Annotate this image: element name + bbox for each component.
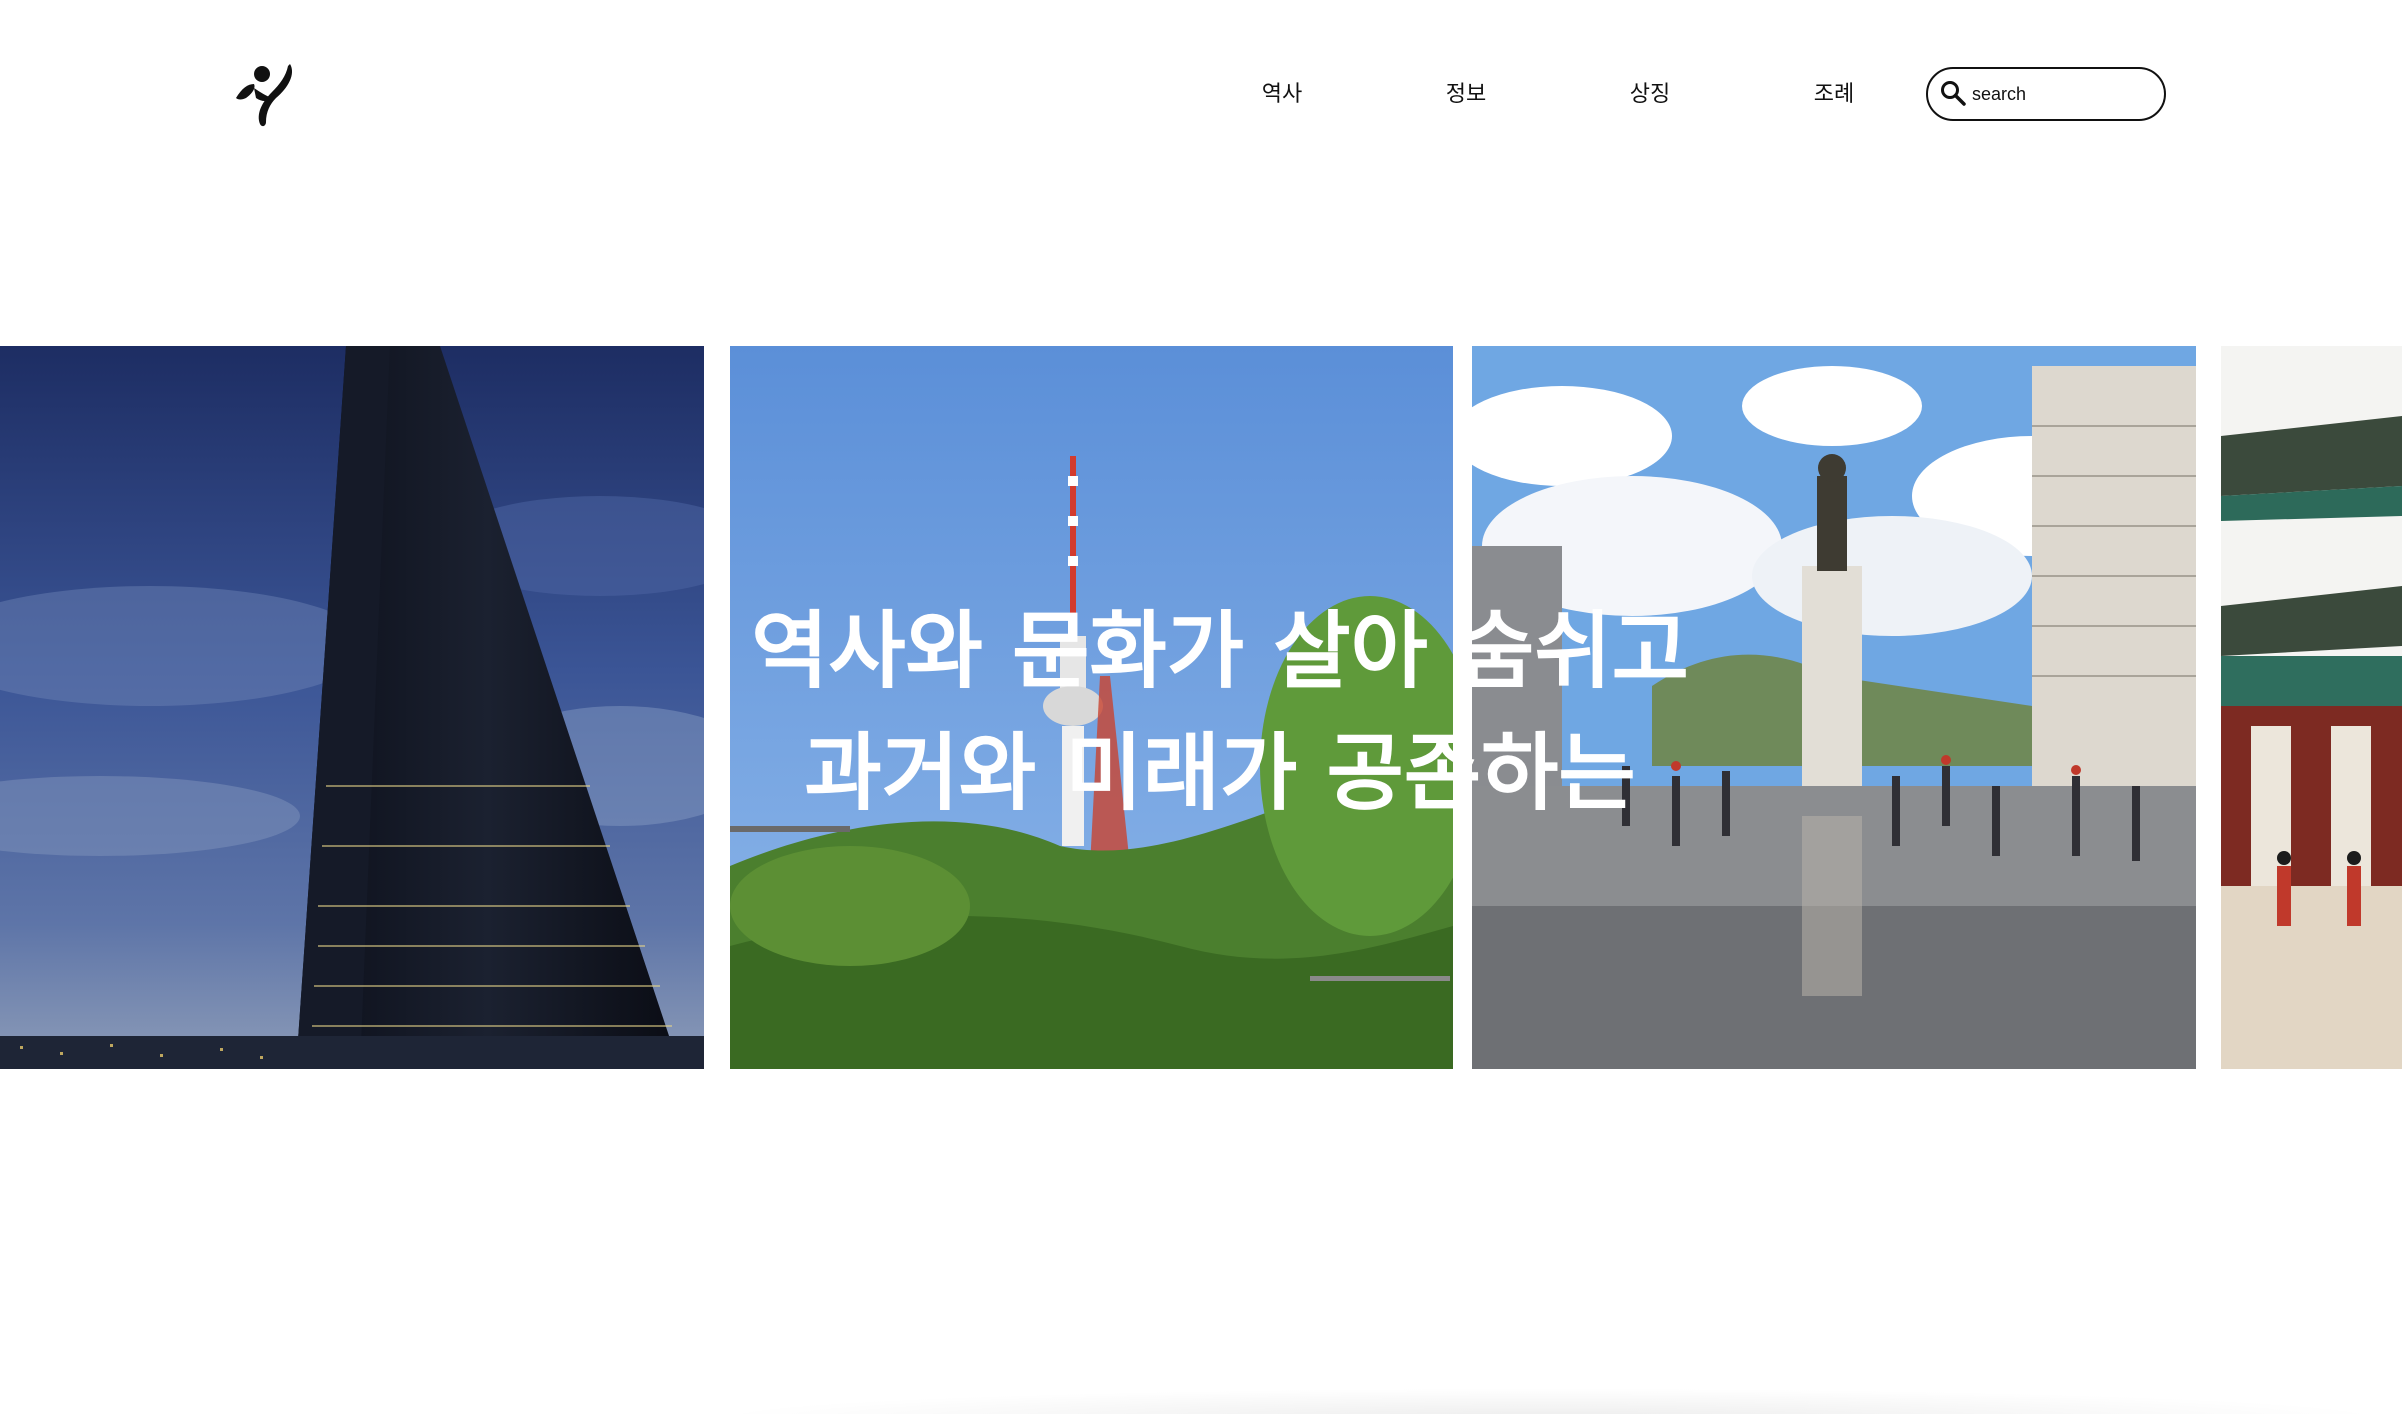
seoul-brush-logo-icon[interactable] bbox=[232, 58, 300, 128]
search-icon[interactable] bbox=[1938, 79, 1968, 109]
palace-gate-photo[interactable] bbox=[2221, 346, 2402, 1069]
namsan-tower-photo[interactable] bbox=[730, 346, 1453, 1069]
nav-item-ordinance[interactable]: 조례 bbox=[1774, 78, 1894, 112]
skyscraper-photo[interactable] bbox=[0, 346, 704, 1069]
search-box[interactable] bbox=[1926, 67, 2166, 121]
nav-item-info[interactable]: 정보 bbox=[1406, 78, 1526, 112]
page: 역사 정보 상징 조례 search 역사와 문화가 살아 숨쉬고 과거와 미래… bbox=[0, 0, 2402, 1414]
gwanghwamun-square-photo[interactable] bbox=[1472, 346, 2196, 1069]
bottom-shadow bbox=[700, 1388, 2400, 1414]
nav-item-history[interactable]: 역사 bbox=[1222, 78, 1342, 112]
nav-item-symbols[interactable]: 상징 bbox=[1590, 78, 1710, 112]
search-input[interactable] bbox=[1972, 83, 2152, 105]
